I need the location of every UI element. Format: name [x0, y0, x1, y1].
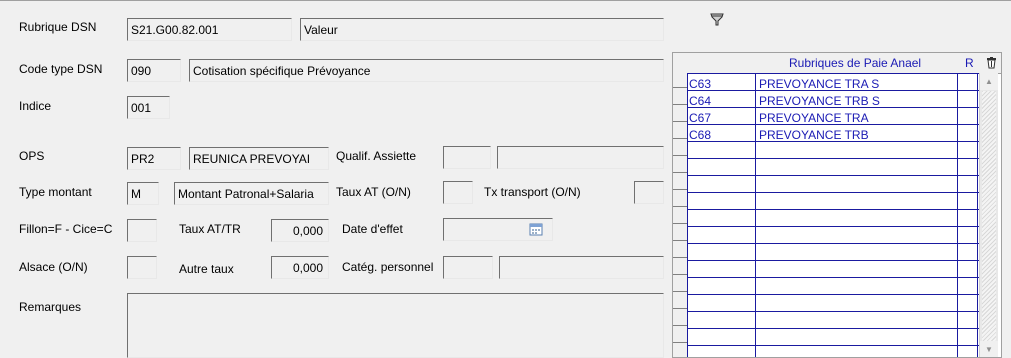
row-label: PREVOYANCE TRB: [759, 128, 869, 142]
row-selector-line: [673, 325, 687, 326]
row-selector-line: [673, 104, 687, 105]
row-selector-line: [673, 172, 687, 173]
tx-transport-field[interactable]: [634, 181, 664, 204]
type-montant-description: Montant Patronal+Salaria: [174, 182, 329, 205]
tx-transport-label: Tx transport (O/N): [484, 185, 581, 199]
categ-personnel-label: Catég. personnel: [342, 260, 434, 274]
grid-column-line: [977, 73, 978, 357]
grid-row-line: [687, 73, 979, 74]
taux-at-label: Taux AT (O/N): [336, 185, 411, 199]
grid-row-line: [687, 243, 979, 244]
fillon-field[interactable]: [127, 219, 157, 242]
alsace-label: Alsace (O/N): [19, 260, 88, 274]
grid-row-line: [687, 328, 979, 329]
row-code: C67: [689, 111, 712, 125]
row-selector-line: [673, 342, 687, 343]
ops-label: OPS: [19, 149, 45, 163]
type-montant-label: Type montant: [19, 185, 92, 199]
qualif-assiette-label: Qualif. Assiette: [336, 149, 417, 163]
grid-header-title: Rubriques de Paie Anael: [789, 56, 922, 70]
row-selector-column: [673, 73, 688, 357]
grid-header: Rubriques de Paie Anael R: [673, 53, 1001, 74]
valeur-field[interactable]: Valeur: [300, 18, 664, 41]
row-code: C63: [689, 77, 712, 91]
ops-field[interactable]: PR2: [127, 147, 181, 170]
remarques-label: Remarques: [19, 300, 82, 314]
indice-field[interactable]: 001: [127, 96, 170, 119]
vertical-scrollbar[interactable]: ▲ ▼: [979, 73, 998, 357]
taux-at-tr-label: Taux AT/TR: [179, 222, 241, 236]
row-selector-line: [673, 206, 687, 207]
row-selector-line: [673, 274, 687, 275]
scroll-down-icon[interactable]: ▼: [980, 341, 998, 357]
type-montant-field[interactable]: M: [127, 182, 159, 205]
categ-personnel-field[interactable]: [443, 256, 493, 279]
row-label: PREVOYANCE TRA S: [759, 77, 880, 91]
row-selector-line: [673, 121, 687, 122]
row-code: C64: [689, 94, 712, 108]
alsace-field[interactable]: [127, 256, 157, 279]
taux-at-tr-field[interactable]: 0,000: [271, 219, 329, 242]
grid-column-line: [957, 73, 958, 357]
fillon-label: Fillon=F - Cice=C: [19, 222, 113, 236]
row-selector-line: [673, 291, 687, 292]
code-type-description: Cotisation spécifique Prévoyance: [189, 59, 664, 82]
grid-column-line: [687, 73, 688, 357]
rubrique-dsn-label: Rubrique DSN: [19, 20, 97, 34]
trash-icon[interactable]: [986, 57, 997, 69]
row-selector-line: [673, 240, 687, 241]
grid-row-line: [687, 158, 979, 159]
grid-row-line: [687, 294, 979, 295]
grid-row-line: [687, 192, 979, 193]
qualif-assiette-description: [497, 146, 664, 169]
rubriques-grid: Rubriques de Paie Anael R C63 PREVOYANCE…: [672, 52, 1002, 358]
ops-description: REUNICA PREVOYAI: [189, 147, 329, 170]
row-selector-line: [673, 189, 687, 190]
code-type-field[interactable]: 090: [127, 59, 181, 82]
calendar-icon[interactable]: [529, 222, 543, 236]
scroll-track[interactable]: [982, 91, 996, 341]
grid-row-line: [687, 226, 979, 227]
grid-header-r: R: [965, 56, 974, 70]
remarques-textarea[interactable]: [127, 293, 664, 358]
row-label: PREVOYANCE TRA: [759, 111, 869, 125]
row-selector-line: [673, 308, 687, 309]
grid-row-line: [687, 277, 979, 278]
row-selector-line: [673, 257, 687, 258]
qualif-assiette-field[interactable]: [443, 146, 491, 169]
grid-row-line: [687, 345, 979, 346]
grid-row-line: [687, 209, 979, 210]
autre-taux-label: Autre taux: [179, 262, 234, 276]
categ-personnel-description: [499, 256, 664, 279]
row-code: C68: [689, 128, 712, 142]
code-type-label: Code type DSN: [19, 62, 103, 76]
autre-taux-field[interactable]: 0,000: [271, 256, 329, 279]
row-selector-line: [673, 155, 687, 156]
scroll-up-icon[interactable]: ▲: [980, 73, 998, 90]
rubrique-dsn-field[interactable]: S21.G00.82.001: [127, 18, 292, 41]
grid-row-line: [687, 175, 979, 176]
grid-column-line: [755, 73, 756, 357]
top-separator: [0, 0, 1011, 1]
indice-label: Indice: [19, 99, 52, 113]
row-selector-line: [673, 223, 687, 224]
row-selector-line: [673, 138, 687, 139]
row-label: PREVOYANCE TRB S: [759, 94, 880, 108]
date-effet-label: Date d'effet: [342, 222, 403, 236]
taux-at-field[interactable]: [443, 181, 473, 204]
grid-row-line: [687, 311, 979, 312]
grid-row-line: [687, 260, 979, 261]
row-selector-line: [673, 87, 687, 88]
funnel-icon[interactable]: [710, 12, 724, 26]
